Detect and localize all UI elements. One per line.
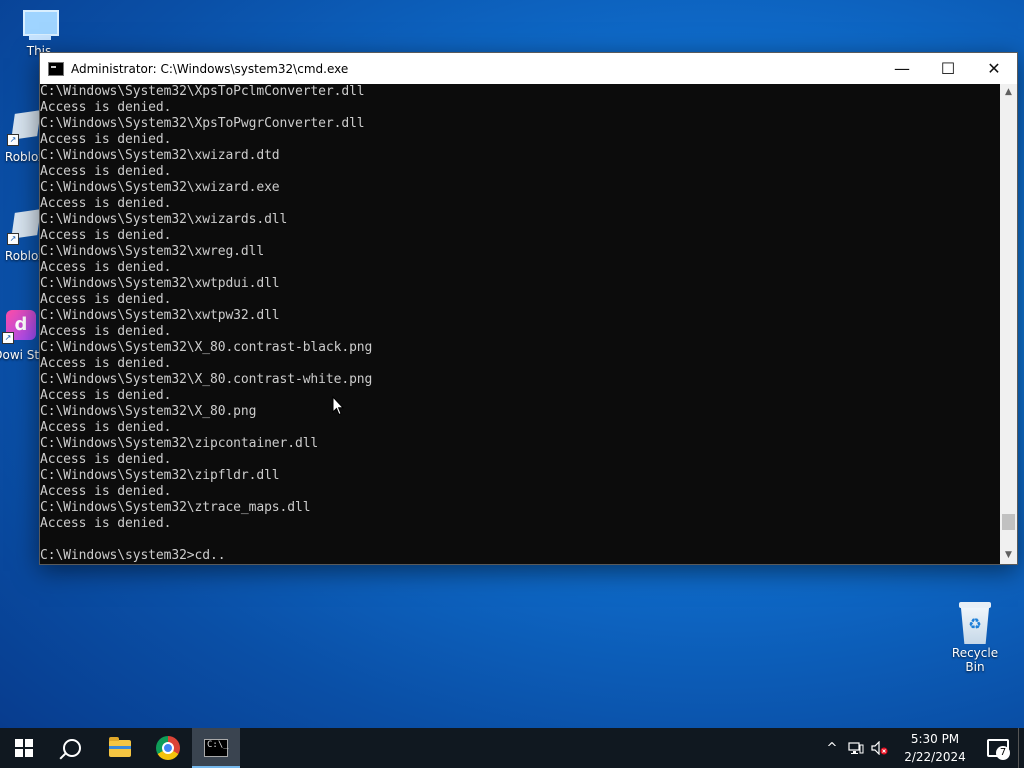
console-line: C:\Windows\system32>cd.. xyxy=(40,548,226,563)
cmd-taskbar-button[interactable]: C:\_ xyxy=(192,728,240,768)
maximize-button[interactable]: ☐ xyxy=(925,53,971,84)
console-line: Access is denied. xyxy=(40,100,172,115)
console-line: C:\Windows\System32\zipfldr.dll xyxy=(40,468,280,483)
console-line: C:\Windows\System32\zipcontainer.dll xyxy=(40,436,319,451)
console-line: Access is denied. xyxy=(40,196,172,211)
volume-muted-icon[interactable] xyxy=(868,728,892,768)
chrome-icon xyxy=(156,736,180,760)
this-pc-icon xyxy=(19,10,59,42)
desktop-icon-recycle-bin[interactable]: ♻ Recycle Bin xyxy=(942,602,1008,674)
console-line: Access is denied. xyxy=(40,388,172,403)
window-title: Administrator: C:\Windows\system32\cmd.e… xyxy=(71,61,349,76)
recycle-bin-label: Recycle Bin xyxy=(951,646,999,674)
console-line: C:\Windows\System32\XpsToPwgrConverter.d… xyxy=(40,116,365,131)
console-line: C:\Windows\System32\xwreg.dll xyxy=(40,244,265,259)
scrollbar-thumb[interactable] xyxy=(1002,514,1015,530)
console-line: Access is denied. xyxy=(40,132,172,147)
console-line: Access is denied. xyxy=(40,324,172,339)
console-line: C:\Windows\System32\X_80.contrast-white.… xyxy=(40,372,373,387)
console-line: C:\Windows\System32\xwizard.exe xyxy=(40,180,280,195)
console-line: C:\Windows\System32\X_80.png xyxy=(40,404,257,419)
console-line: C:\Windows\System32\xwtpdui.dll xyxy=(40,276,280,291)
cmd-icon xyxy=(48,61,64,76)
system-tray: ^ 5:30 PM 2/22/2024 7 xyxy=(820,728,1024,768)
taskbar: C:\_ ^ 5:30 PM 2/22/2024 7 xyxy=(0,728,1024,768)
console-line: Access is denied. xyxy=(40,420,172,435)
system-clock[interactable]: 5:30 PM 2/22/2024 xyxy=(896,730,974,766)
show-hidden-icons-chevron-icon[interactable]: ^ xyxy=(820,728,844,768)
console-line: Access is denied. xyxy=(40,452,172,467)
scroll-up-arrow-icon[interactable]: ▲ xyxy=(1000,84,1017,101)
cmd-window[interactable]: Administrator: C:\Windows\system32\cmd.e… xyxy=(39,52,1018,565)
file-explorer-button[interactable] xyxy=(96,728,144,768)
console-line: C:\Windows\System32\xwizard.dtd xyxy=(40,148,280,163)
console-line: C:\Windows\System32\xwizards.dll xyxy=(40,212,288,227)
console-line: Access is denied. xyxy=(40,260,172,275)
console-lines: C:\Windows\System32\XpsToPclmConverter.d… xyxy=(40,84,1000,564)
console-line: C:\Windows\System32\X_80.contrast-black.… xyxy=(40,340,373,355)
cmd-icon: C:\_ xyxy=(204,739,229,757)
clock-date: 2/22/2024 xyxy=(904,750,966,764)
search-icon xyxy=(63,739,81,757)
console-line: C:\Windows\System32\ztrace_maps.dll xyxy=(40,500,311,515)
console-line: Access is denied. xyxy=(40,484,172,499)
recycle-bin-icon: ♻ xyxy=(957,602,993,644)
console-line: Access is denied. xyxy=(40,164,172,179)
vertical-scrollbar[interactable]: ▲ ▼ xyxy=(1000,84,1017,564)
minimize-button[interactable]: — xyxy=(879,53,925,84)
start-button[interactable] xyxy=(0,728,48,768)
console-line: Access is denied. xyxy=(40,356,172,371)
console-line: C:\Windows\System32\xwtpw32.dll xyxy=(40,308,280,323)
window-titlebar[interactable]: Administrator: C:\Windows\system32\cmd.e… xyxy=(40,53,1017,84)
notification-count-badge: 7 xyxy=(996,746,1010,760)
clock-time: 5:30 PM xyxy=(910,732,960,746)
windows-logo-icon xyxy=(15,739,33,757)
console-line: Access is denied. xyxy=(40,228,172,243)
show-desktop-button[interactable] xyxy=(1018,728,1024,768)
folder-icon xyxy=(109,736,131,757)
action-center-button[interactable]: 7 xyxy=(978,728,1018,768)
console-output[interactable]: C:\Windows\System32\XpsToPclmConverter.d… xyxy=(40,84,1000,564)
network-icon[interactable] xyxy=(844,728,868,768)
scroll-down-arrow-icon[interactable]: ▼ xyxy=(1000,547,1017,564)
console-line: Access is denied. xyxy=(40,292,172,307)
close-button[interactable]: ✕ xyxy=(971,53,1017,84)
console-line: C:\Windows\System32\XpsToPclmConverter.d… xyxy=(40,84,365,99)
search-button[interactable] xyxy=(48,728,96,768)
chrome-button[interactable] xyxy=(144,728,192,768)
desktop-icon-this-pc[interactable]: This xyxy=(4,10,74,58)
mouse-pointer-icon xyxy=(332,396,344,416)
download-app-icon: d ↗ xyxy=(0,306,40,346)
console-line: Access is denied. xyxy=(40,516,172,531)
